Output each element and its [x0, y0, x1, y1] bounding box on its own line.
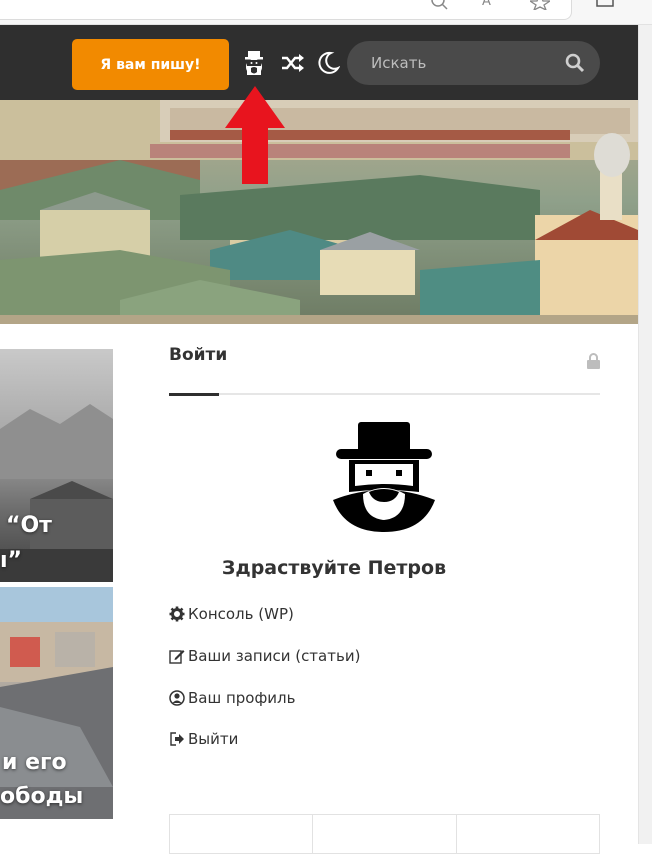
article-thumbnail[interactable]: и его ободы: [0, 587, 113, 819]
zoom-icon[interactable]: [430, 0, 450, 10]
menu-link-label: Консоль (WP): [188, 605, 294, 623]
lock-icon: [587, 353, 600, 369]
login-widget: Войти Здраствуйте Петров Консоль (WP) Ва…: [169, 345, 600, 748]
edit-icon: [169, 650, 185, 664]
write-to-us-button[interactable]: Я вам пишу!: [72, 39, 229, 90]
article-title-line[interactable]: “От: [6, 508, 52, 544]
article-title-line[interactable]: ободы: [0, 779, 83, 815]
red-arrow-pointer: [225, 86, 285, 184]
site-header: Я вам пишу!: [0, 25, 638, 100]
widget-title: Войти: [169, 345, 228, 365]
tab-panel[interactable]: [313, 815, 457, 853]
console-wp-link[interactable]: Консоль (WP): [169, 605, 294, 623]
menu-link-label: Выйти: [188, 730, 239, 748]
svg-text:A: A: [482, 0, 491, 9]
menu-link-label: Ваш профиль: [188, 689, 296, 707]
search-icon[interactable]: [565, 53, 585, 73]
my-profile-link[interactable]: Ваш профиль: [169, 689, 295, 707]
widget-divider-accent: [169, 393, 219, 396]
sign-out-icon: [170, 732, 184, 746]
read-aloud-icon[interactable]: A: [480, 0, 500, 10]
search-input[interactable]: [371, 51, 551, 75]
search-box[interactable]: [347, 41, 600, 85]
collections-icon[interactable]: [596, 0, 616, 10]
hero-city-panorama-image: [0, 100, 638, 324]
favorite-star-icon[interactable]: [530, 0, 550, 10]
menu-link-label: Ваши записи (статьи): [188, 647, 361, 665]
browser-toolbar: A: [0, 0, 652, 25]
article-title-line[interactable]: и его: [2, 745, 67, 781]
logout-link[interactable]: Выйти: [169, 730, 238, 748]
user-avatar-icon: [333, 422, 435, 532]
city-illustration: [0, 100, 638, 324]
scrollbar[interactable]: [638, 25, 652, 844]
gear-icon: [169, 606, 185, 622]
dark-mode-moon-icon[interactable]: [316, 50, 340, 76]
user-avatar-icon[interactable]: [242, 50, 266, 76]
article-title-line[interactable]: ı”: [0, 543, 22, 579]
tab-panel[interactable]: [457, 815, 599, 853]
shuffle-icon[interactable]: [280, 50, 304, 76]
article-thumbnail[interactable]: “От ı”: [0, 349, 113, 582]
user-greeting: Здраствуйте Петров: [221, 557, 447, 579]
tab-panel[interactable]: [170, 815, 314, 853]
bottom-tab-row: [169, 814, 600, 854]
widget-divider: [169, 393, 600, 395]
my-posts-link[interactable]: Ваши записи (статьи): [169, 647, 360, 665]
user-circle-icon: [169, 690, 185, 706]
